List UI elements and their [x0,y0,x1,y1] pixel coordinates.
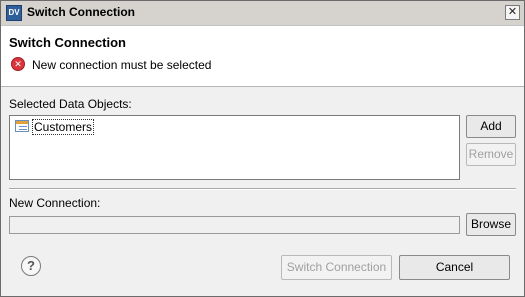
help-icon[interactable]: ? [21,256,41,276]
close-icon[interactable]: ✕ [505,5,520,20]
cancel-button[interactable]: Cancel [399,255,510,280]
window-title: Switch Connection [27,5,135,19]
new-connection-label: New Connection: [9,196,101,210]
add-button[interactable]: Add [466,115,516,138]
browse-button[interactable]: Browse [466,213,516,236]
error-message: New connection must be selected [32,58,212,72]
table-icon [15,120,29,132]
title-bar: DV Switch Connection ✕ [1,1,524,26]
list-item-label: Customers [32,119,95,135]
dialog-header: Switch Connection ✕ New connection must … [1,26,524,87]
remove-button[interactable]: Remove [466,143,516,166]
switch-connection-dialog: DV Switch Connection ✕ Switch Connection… [0,0,525,297]
section-divider [9,188,516,190]
error-icon: ✕ [11,57,25,71]
new-connection-field[interactable] [9,216,460,234]
app-icon: DV [6,5,22,21]
selected-data-objects-label: Selected Data Objects: [9,97,132,111]
dialog-title: Switch Connection [9,35,126,50]
switch-connection-button[interactable]: Switch Connection [281,255,392,280]
selected-data-objects-list[interactable]: Customers [9,115,460,180]
